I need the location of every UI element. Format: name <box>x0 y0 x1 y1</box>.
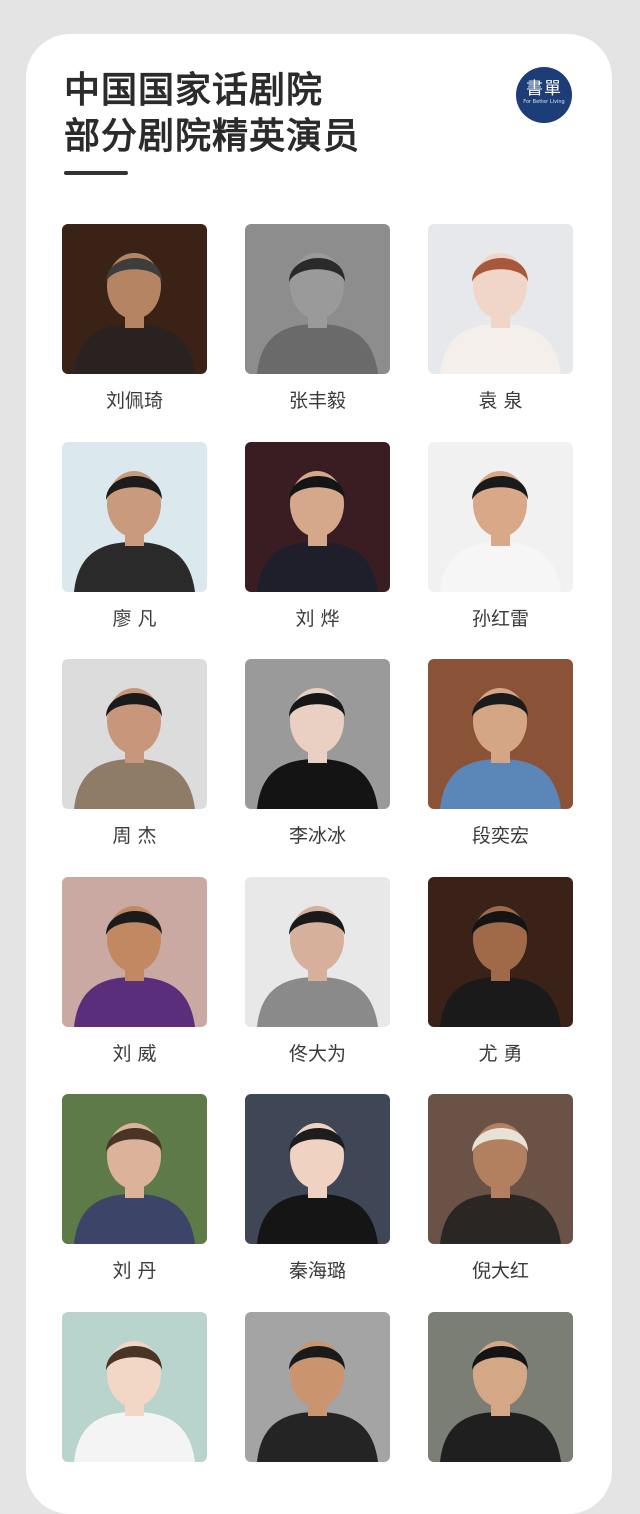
actor-photo <box>62 224 207 374</box>
title-underline <box>64 171 128 175</box>
logo-text: 書單 <box>526 79 562 99</box>
actor-photo <box>428 441 573 592</box>
actor-card[interactable]: 刘 丹 <box>62 1094 207 1294</box>
actor-photo <box>428 876 573 1027</box>
actor-name: 李冰冰 <box>288 825 346 847</box>
actor-name: 尤 勇 <box>478 1042 523 1065</box>
actor-photo <box>428 659 573 809</box>
actor-name: 袁 泉 <box>478 390 523 412</box>
actor-photo <box>245 876 390 1027</box>
actor-card[interactable]: 段奕宏 <box>428 659 573 859</box>
actor-card[interactable]: 张丰毅 <box>245 224 390 424</box>
actor-photo <box>245 659 390 809</box>
actor-name: 周 杰 <box>112 825 157 847</box>
actor-photo <box>428 224 573 374</box>
actor-card[interactable]: 刘 烨 <box>245 441 390 642</box>
actor-photo <box>62 1311 207 1462</box>
actor-name: 廖 凡 <box>112 607 157 630</box>
actor-card[interactable]: 佟大为 <box>245 876 390 1077</box>
actor-photo <box>62 659 207 809</box>
actor-photo <box>245 224 390 374</box>
actor-name: 刘 威 <box>112 1042 157 1065</box>
actor-card[interactable]: 秦海璐 <box>245 1094 390 1294</box>
page-title: 中国国家话剧院 部分剧院精英演员 <box>64 68 360 160</box>
actor-card[interactable]: 倪大红 <box>428 1094 573 1294</box>
title-line-2: 部分剧院精英演员 <box>64 116 361 157</box>
content-card: 中国国家话剧院 部分剧院精英演员 書單 For Better Living 刘佩… <box>26 34 612 1514</box>
actor-card[interactable] <box>428 1311 573 1512</box>
actor-card[interactable]: 周 杰 <box>62 659 207 859</box>
actor-photo <box>428 1094 573 1244</box>
actor-card[interactable] <box>245 1311 390 1512</box>
actor-photo <box>245 441 390 592</box>
actor-card[interactable]: 尤 勇 <box>428 876 573 1077</box>
actor-name: 秦海璐 <box>288 1260 346 1282</box>
actor-name: 张丰毅 <box>288 390 346 412</box>
actor-card[interactable]: 廖 凡 <box>62 441 207 642</box>
actor-name: 刘 烨 <box>295 607 340 630</box>
actor-name: 倪大红 <box>471 1260 529 1282</box>
logo-subtext: For Better Living <box>523 99 565 105</box>
actor-name: 刘 丹 <box>112 1260 157 1282</box>
actor-photo <box>62 876 207 1027</box>
actor-name: 孙红雷 <box>471 607 529 630</box>
actor-card[interactable]: 袁 泉 <box>428 224 573 424</box>
actor-name: 段奕宏 <box>471 825 529 847</box>
actor-photo <box>245 1311 390 1462</box>
actor-card[interactable]: 孙红雷 <box>428 441 573 642</box>
actor-name: 刘佩琦 <box>105 390 163 412</box>
actor-name: 佟大为 <box>288 1042 346 1065</box>
actor-photo <box>62 441 207 592</box>
actor-card[interactable]: 刘佩琦 <box>62 224 207 424</box>
actor-photo <box>62 1094 207 1244</box>
title-line-1: 中国国家话剧院 <box>64 70 324 111</box>
actor-card[interactable]: 李冰冰 <box>245 659 390 859</box>
actor-photo <box>428 1311 573 1462</box>
brand-logo: 書單 For Better Living <box>516 67 572 123</box>
actor-card[interactable] <box>62 1311 207 1512</box>
actor-card[interactable]: 刘 威 <box>62 876 207 1077</box>
actor-photo <box>245 1094 390 1244</box>
